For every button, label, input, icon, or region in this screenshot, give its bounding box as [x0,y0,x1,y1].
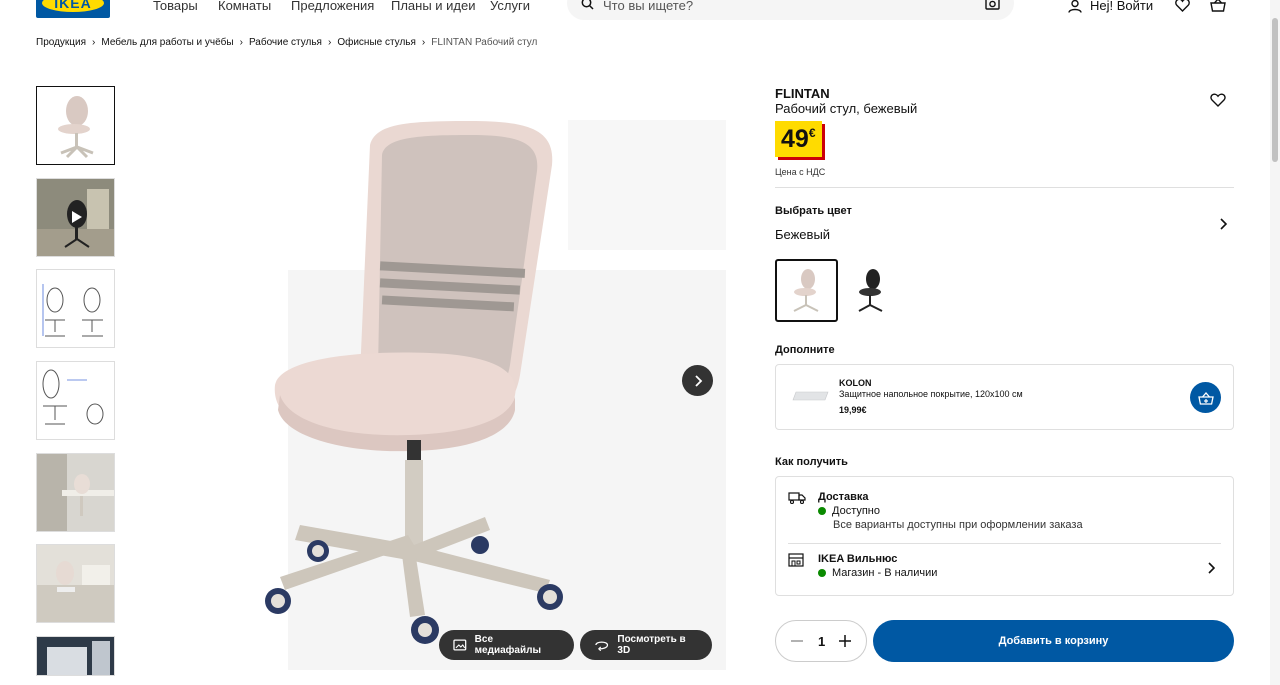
chevron-right-icon: › [327,37,332,48]
minus-icon[interactable] [790,634,804,648]
add-to-favorites-icon[interactable] [1210,93,1226,107]
delivery-note: Все варианты доступны при оформлении зак… [833,519,1083,531]
chair-thumbnail-image [37,87,114,164]
nav-link-products[interactable]: Товары [153,0,198,13]
color-swatch-beige[interactable] [775,259,838,322]
room-thumbnail-image [37,454,114,531]
heart-icon[interactable] [1175,0,1190,12]
breadcrumb-current: FLINTAN Рабочий стул [431,37,538,48]
breadcrumb-item[interactable]: Продукция [36,37,86,48]
add-addon-button[interactable] [1190,382,1221,413]
user-icon [1068,0,1082,13]
ikea-logo[interactable]: IKEA [36,0,110,18]
search-input[interactable]: Что вы ищете? [603,0,693,13]
main-product-image [170,85,735,675]
thumbnail-dimensions[interactable] [36,269,115,348]
chevron-right-icon [1208,562,1215,574]
price-tag: 49 € [775,121,822,157]
gallery-icon [453,639,467,651]
all-media-label: Все медиафайлы [474,634,542,656]
basket-icon[interactable] [1210,0,1226,12]
top-navigation: IKEA Товары Комнаты Предложения Планы и … [0,0,1270,20]
page-scrollbar[interactable] [1270,0,1280,685]
add-to-cart-button[interactable]: Добавить в корзину [873,620,1234,662]
chevron-right-icon[interactable] [1219,218,1228,230]
delivery-card: Доставка Доступно Все варианты доступны … [775,476,1234,596]
plus-icon[interactable] [838,634,852,648]
floor-protector-image [792,391,829,401]
price-currency: € [808,126,816,140]
logo-text: IKEA [42,0,104,12]
store-availability-row[interactable]: IKEA Вильнюс Магазин - В наличии [776,544,1233,596]
store-icon [788,553,804,567]
thumbnail-video[interactable] [36,178,115,257]
measurements-thumbnail-image [37,362,114,439]
thumbnail-measurements[interactable] [36,361,115,440]
view-3d-label: Посмотреть в 3D [617,634,686,656]
delivery-status: Доступно [818,505,880,517]
choose-color-title: Выбрать цвет [775,205,852,217]
chevron-right-icon [694,374,702,387]
store-status-label: Магазин - В наличии [832,567,938,579]
chevron-right-icon: › [92,37,96,48]
store-status: Магазин - В наличии [818,567,937,579]
breadcrumb-item[interactable]: Офисные стулья [337,37,416,48]
selected-color: Бежевый [775,227,831,242]
camera-icon[interactable] [985,0,1000,10]
delivery-title: Доставка [818,491,869,503]
available-dot-icon [818,569,826,577]
chevron-right-icon: › [421,37,426,48]
vat-note: Цена с НДС [775,167,826,177]
addon-card[interactable]: KOLON Защитное напольное покрытие, 120x1… [775,364,1234,430]
dimensions-thumbnail-image [37,270,114,347]
nav-link-rooms[interactable]: Комнаты [218,0,271,13]
nav-link-ideas[interactable]: Планы и идеи [391,0,476,13]
how-to-get-title: Как получить [775,456,848,468]
thumbnail-room-2[interactable] [36,544,115,623]
breadcrumb-item[interactable]: Мебель для работы и учёбы [101,37,233,48]
all-media-button[interactable]: Все медиафайлы [439,630,574,660]
breadcrumb: Продукция › Мебель для работы и учёбы › … [36,37,537,48]
product-description: Рабочий стул, бежевый [775,101,918,116]
nav-link-offers[interactable]: Предложения [291,0,374,13]
next-image-button[interactable] [682,365,713,396]
price-value: 49 [781,125,809,153]
addon-name: KOLON [839,378,872,388]
video-thumbnail-image [37,179,114,256]
login-button[interactable]: Hej! Войти [1068,0,1153,13]
login-label: Hej! Войти [1090,0,1154,13]
quantity-value[interactable]: 1 [818,634,825,649]
room-thumbnail-image [37,545,114,622]
chevron-right-icon: › [239,37,243,48]
addon-price: 19,99€ [839,405,867,415]
search-bar[interactable]: Что вы ищете? [567,0,1014,20]
delivery-truck-icon [788,492,806,504]
quantity-stepper: 1 [775,620,867,662]
thumbnail-room-3[interactable] [36,636,115,676]
3d-rotate-icon [595,641,609,651]
color-swatch-black[interactable] [839,259,902,322]
available-dot-icon [818,507,826,515]
black-chair-swatch-image [858,269,883,312]
scrollbar-thumb[interactable] [1272,18,1278,162]
thumbnail-room-1[interactable] [36,453,115,532]
thumbnail-front[interactable] [36,86,115,165]
divider [775,187,1234,188]
search-icon [581,0,594,10]
addon-description: Защитное напольное покрытие, 120x100 см [839,389,1023,399]
room-thumbnail-image [37,637,114,675]
delivery-status-label: Доступно [832,505,881,517]
view-3d-button[interactable]: Посмотреть в 3D [580,630,712,660]
add-to-cart-icon [1197,391,1214,405]
complete-title: Дополните [775,344,835,356]
office-chair-illustration [265,120,726,670]
nav-link-services[interactable]: Услуги [490,0,530,13]
store-title: IKEA Вильнюс [818,553,898,565]
breadcrumb-item[interactable]: Рабочие стулья [249,37,322,48]
beige-chair-swatch-image [793,269,819,312]
product-name: FLINTAN [775,86,830,101]
